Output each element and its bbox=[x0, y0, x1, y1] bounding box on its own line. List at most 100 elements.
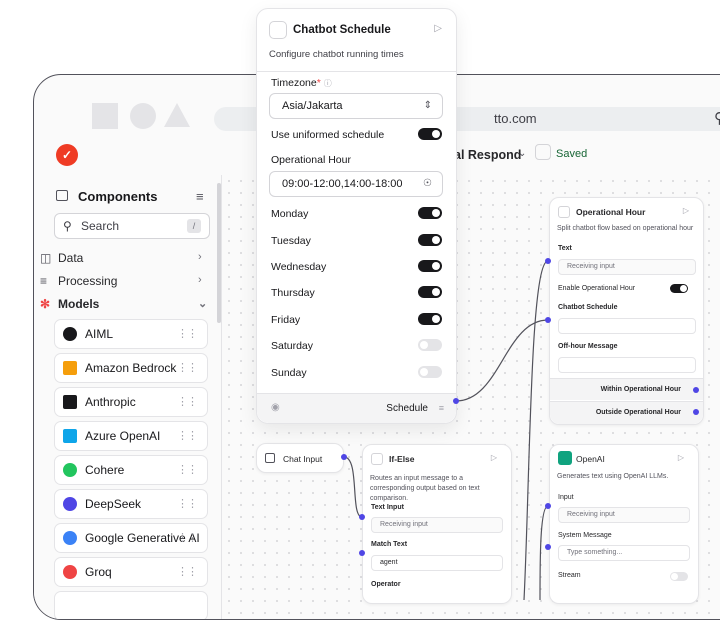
model-item-groq[interactable]: Groq ⋮⋮ bbox=[54, 557, 208, 587]
within-output-handle[interactable] bbox=[693, 387, 699, 393]
text-input-handle[interactable] bbox=[545, 258, 551, 264]
globe-icon: ☉ bbox=[423, 178, 432, 189]
sunday-toggle[interactable] bbox=[418, 366, 442, 378]
friday-toggle[interactable] bbox=[418, 313, 442, 325]
text-input[interactable]: Receiving input bbox=[371, 517, 503, 533]
system-message-input[interactable]: Type something... bbox=[558, 545, 690, 561]
output-outside-row: Outside Operational Hour bbox=[550, 401, 703, 424]
filter-icon[interactable]: ≡ bbox=[196, 189, 204, 204]
offhour-input[interactable] bbox=[558, 357, 696, 373]
model-item-azure-openai[interactable]: Azure OpenAI ⋮⋮ bbox=[54, 421, 208, 451]
thursday-toggle[interactable] bbox=[418, 286, 442, 298]
chat-input-node[interactable]: Chat Input bbox=[256, 443, 344, 473]
schedule-input[interactable] bbox=[558, 318, 696, 334]
output-label: Outside Operational Hour bbox=[595, 409, 681, 416]
drag-handle-icon[interactable]: ⋮⋮ bbox=[177, 320, 198, 348]
timezone-select[interactable]: Asia/Jakarta ⇕ bbox=[269, 93, 443, 119]
match-text-value: agent bbox=[380, 559, 398, 566]
flow-name[interactable]: al Respond bbox=[454, 148, 521, 162]
stream-toggle[interactable] bbox=[670, 572, 688, 581]
model-label: AIML bbox=[85, 327, 114, 341]
wednesday-toggle[interactable] bbox=[418, 260, 442, 272]
schedule-input-handle[interactable] bbox=[545, 317, 551, 323]
components-icon bbox=[56, 190, 68, 201]
text-placeholder: Receiving input bbox=[567, 263, 615, 270]
model-item-aiml[interactable]: AIML ⋮⋮ bbox=[54, 319, 208, 349]
model-item-amazon-bedrock[interactable]: Amazon Bedrock ⋮⋮ bbox=[54, 353, 208, 383]
uniform-schedule-toggle[interactable] bbox=[418, 128, 442, 140]
chat-output-handle[interactable] bbox=[341, 454, 347, 460]
node-description: Split chatbot flow based on operational … bbox=[557, 225, 694, 232]
play-icon[interactable]: ▷ bbox=[683, 206, 689, 215]
saved-status: Saved bbox=[556, 148, 588, 160]
drag-handle-icon[interactable]: ⋮⋮ bbox=[177, 388, 198, 416]
search-input[interactable]: ⚲ Search / bbox=[54, 213, 210, 239]
node-title: Operational Hour bbox=[576, 207, 646, 217]
schedule-label: Chatbot Schedule bbox=[558, 304, 618, 311]
enable-toggle[interactable] bbox=[670, 284, 688, 293]
ifelse-text-input-handle[interactable] bbox=[359, 514, 365, 520]
popup-description: Configure chatbot running times bbox=[269, 49, 404, 60]
openai-node[interactable]: OpenAI ▷ Generates text using OpenAI LLM… bbox=[549, 444, 699, 604]
output-within-row: Within Operational Hour bbox=[550, 378, 703, 400]
schedule-output-handle[interactable] bbox=[453, 398, 459, 404]
model-item-google-generative-ai[interactable]: Google Generative AI ⋮⋮ bbox=[54, 523, 208, 553]
tuesday-toggle[interactable] bbox=[418, 234, 442, 246]
drag-handle-icon[interactable]: ⋮⋮ bbox=[177, 354, 198, 382]
model-label: DeepSeek bbox=[85, 497, 142, 511]
day-label: Friday bbox=[271, 314, 301, 326]
output-label: Within Operational Hour bbox=[600, 386, 681, 393]
model-item-cohere[interactable]: Cohere ⋮⋮ bbox=[54, 455, 208, 485]
openai-system-handle[interactable] bbox=[545, 544, 551, 550]
match-text-input[interactable]: agent bbox=[371, 555, 503, 571]
play-icon[interactable]: ▷ bbox=[678, 453, 684, 462]
sidebar-scrollbar[interactable] bbox=[217, 183, 221, 323]
node-description: Generates text using OpenAI LLMs. bbox=[557, 473, 669, 480]
azure-icon bbox=[63, 429, 77, 443]
input-field[interactable]: Receiving input bbox=[558, 507, 690, 523]
input-placeholder: Receiving input bbox=[567, 511, 615, 518]
category-data[interactable]: ◫ Data › bbox=[40, 251, 202, 265]
play-icon[interactable]: ▷ bbox=[491, 453, 497, 462]
split-icon bbox=[371, 453, 383, 465]
operational-hour-input[interactable]: 09:00-12:00,14:00-18:00 ☉ bbox=[269, 171, 443, 197]
category-models[interactable]: ✻ Models ⌄ bbox=[40, 297, 207, 311]
saturday-toggle[interactable] bbox=[418, 339, 442, 351]
save-icon[interactable] bbox=[535, 144, 551, 160]
operational-hour-label: Operational Hour bbox=[271, 154, 351, 166]
search-shortcut-key: / bbox=[187, 219, 201, 233]
node-title: If-Else bbox=[389, 454, 415, 464]
chevron-down-icon[interactable]: ⌄ bbox=[518, 148, 526, 159]
app-logo-icon[interactable]: ✓ bbox=[56, 144, 78, 166]
drag-handle-icon[interactable]: ⋮⋮ bbox=[177, 558, 198, 586]
drag-handle-icon[interactable]: ⋮⋮ bbox=[177, 456, 198, 484]
text-input[interactable]: Receiving input bbox=[558, 259, 696, 275]
search-icon[interactable]: ⚲ bbox=[714, 109, 720, 127]
model-item-next[interactable] bbox=[54, 591, 208, 619]
model-item-deepseek[interactable]: DeepSeek ⋮⋮ bbox=[54, 489, 208, 519]
cohere-icon bbox=[63, 463, 77, 477]
category-processing[interactable]: ≡ Processing › bbox=[40, 274, 202, 288]
eye-icon[interactable]: ◉ bbox=[271, 402, 280, 413]
drag-handle-icon[interactable]: ⋮⋮ bbox=[177, 490, 198, 518]
drag-handle-icon[interactable]: ⋮⋮ bbox=[177, 524, 198, 552]
drag-handle-icon[interactable]: ⋮⋮ bbox=[177, 422, 198, 450]
gemini-icon bbox=[63, 531, 77, 545]
enable-label: Enable Operational Hour bbox=[558, 285, 636, 292]
search-icon: ⚲ bbox=[63, 219, 72, 233]
chat-icon bbox=[265, 453, 275, 463]
openai-icon bbox=[558, 451, 572, 465]
monday-toggle[interactable] bbox=[418, 207, 442, 219]
model-item-anthropic[interactable]: Anthropic ⋮⋮ bbox=[54, 387, 208, 417]
outside-output-handle[interactable] bbox=[693, 409, 699, 415]
popup-footer: ◉ Schedule ≡ bbox=[257, 393, 456, 423]
category-label: Data bbox=[58, 251, 84, 265]
operational-hour-node[interactable]: Operational Hour ▷ Split chatbot flow ba… bbox=[549, 197, 704, 425]
uniform-schedule-label: Use uniformed schedule bbox=[271, 129, 385, 141]
openai-input-handle[interactable] bbox=[545, 503, 551, 509]
groq-icon bbox=[63, 565, 77, 579]
if-else-node[interactable]: If-Else ▷ Routes an input message to a c… bbox=[362, 444, 512, 604]
divider bbox=[257, 71, 456, 72]
play-icon[interactable]: ▷ bbox=[434, 23, 442, 34]
ifelse-match-input-handle[interactable] bbox=[359, 550, 365, 556]
